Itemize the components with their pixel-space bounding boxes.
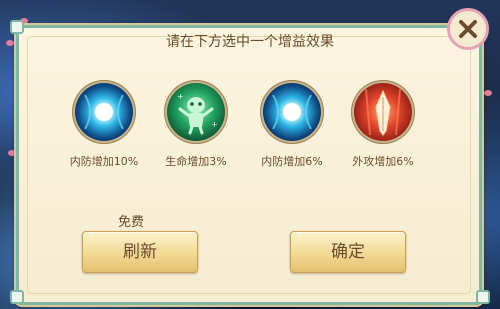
red-blade-icon xyxy=(354,83,412,141)
buff-option-1[interactable]: 内防增加10% xyxy=(59,80,149,169)
buff-icon-frame xyxy=(260,80,324,144)
buff-option-4[interactable]: 外攻增加6% xyxy=(338,80,428,169)
buff-label: 外攻增加6% xyxy=(352,155,414,168)
buff-label: 内防增加10% xyxy=(69,155,139,168)
close-button[interactable] xyxy=(447,8,489,50)
confirm-button[interactable]: 确定 xyxy=(290,231,406,273)
buff-icon-frame xyxy=(351,80,415,144)
dialog-title: 请在下方选中一个增益效果 xyxy=(166,34,334,50)
blue-orb-icon xyxy=(263,83,321,141)
corner-ornament xyxy=(10,290,24,304)
blue-orb-icon xyxy=(75,83,133,141)
svg-text:+: + xyxy=(211,120,218,129)
buff-option-2[interactable]: + + 生命增加3% xyxy=(151,80,241,169)
buff-label: 生命增加3% xyxy=(165,155,227,168)
refresh-button[interactable]: 刷新 xyxy=(82,231,198,273)
free-refresh-label: 免费 xyxy=(118,215,145,230)
buff-icon-frame: + + xyxy=(164,80,228,144)
buff-label: 内防增加6% xyxy=(261,155,323,168)
green-spirit-icon: + + xyxy=(167,83,225,141)
buff-icon-frame xyxy=(72,80,136,144)
buff-option-3[interactable]: 内防增加6% xyxy=(247,80,337,169)
corner-ornament xyxy=(476,290,490,304)
svg-text:+: + xyxy=(177,92,184,101)
close-icon xyxy=(459,20,477,38)
